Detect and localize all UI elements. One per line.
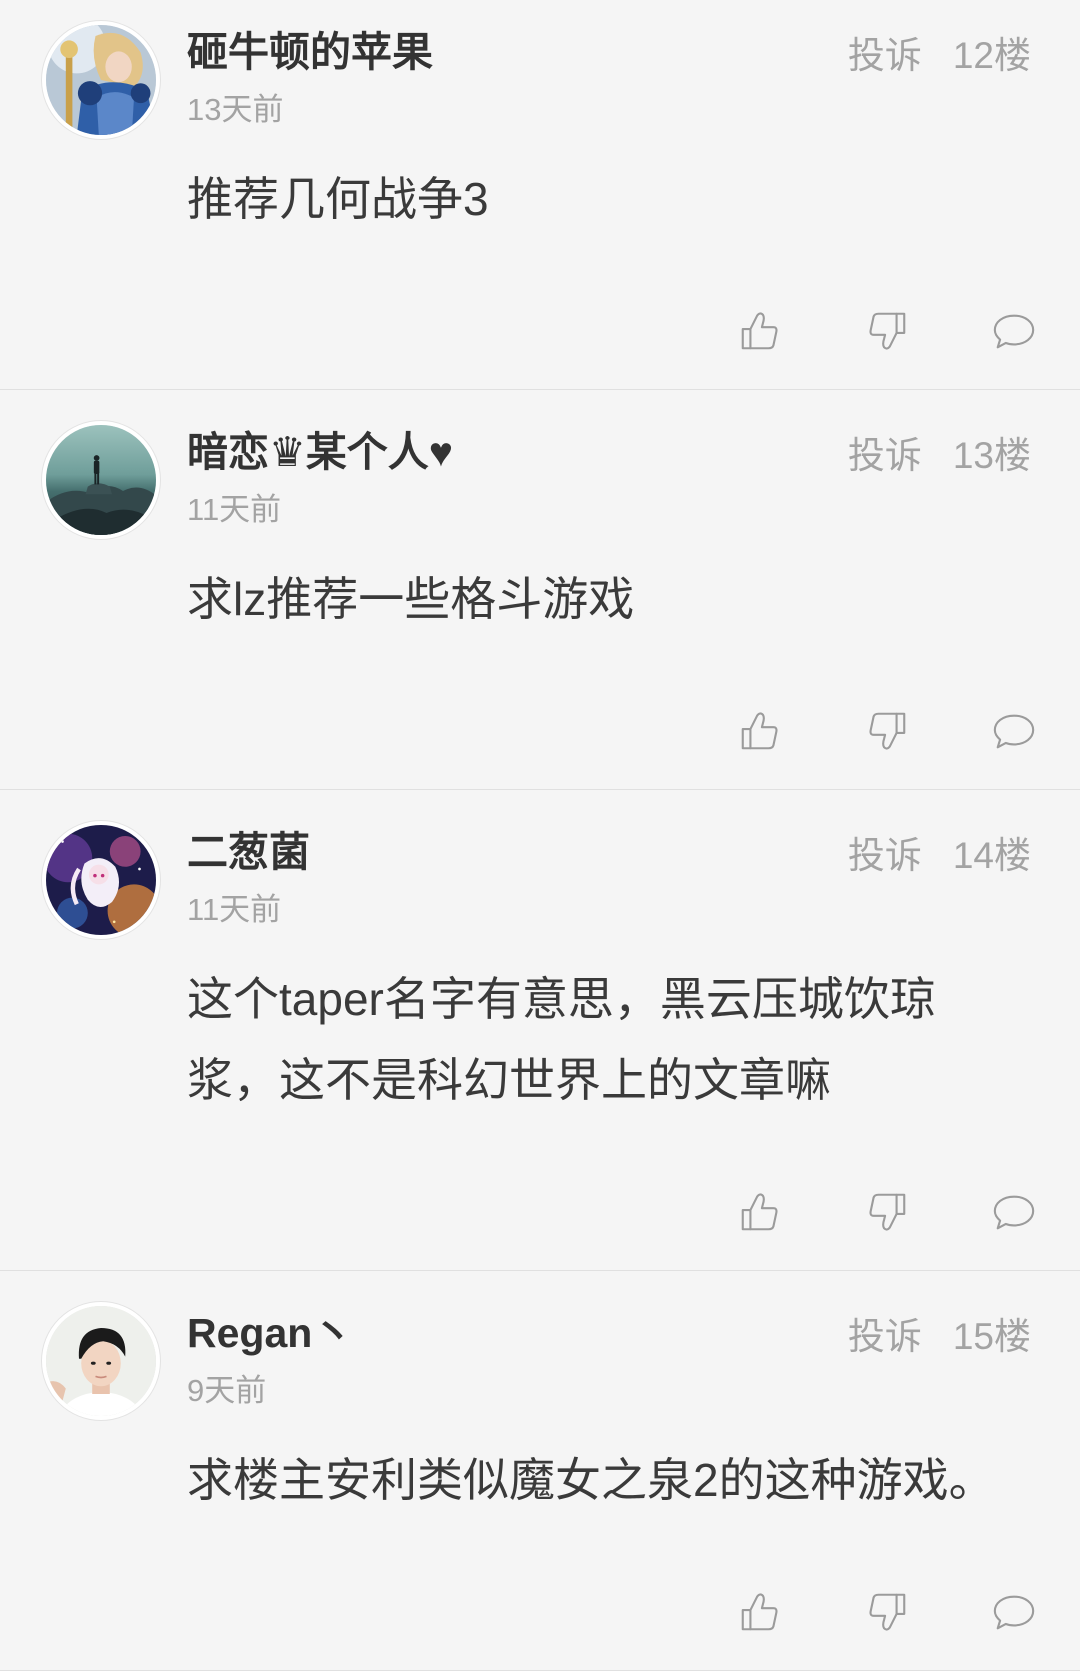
dislike-button[interactable] [864, 308, 910, 354]
comment-item: 二葱菌 11天前 投诉 14楼 这个taper名字有意思，黑云压城饮琼浆，这不是… [0, 790, 1080, 1271]
floor-number: 13楼 [952, 435, 1031, 476]
avatar-image [46, 25, 156, 135]
floor-number: 15楼 [952, 1316, 1031, 1357]
comment-bubble-icon [993, 314, 1035, 349]
comment-text: 这个taper名字有意思，黑云压城饮琼浆，这不是科幻世界上的文章嘛 [187, 973, 936, 1106]
like-button[interactable] [737, 708, 783, 754]
dislike-button[interactable] [864, 1189, 910, 1235]
reply-button[interactable] [991, 708, 1037, 754]
post-time: 11天前 [187, 892, 282, 927]
report-button[interactable]: 投诉 [848, 34, 922, 78]
thumbs-up-icon [741, 1593, 778, 1631]
comment-list: 砸牛顿的苹果 13天前 投诉 12楼 推荐几何战争3 暗恋♛某个人♥ 11天前 … [0, 0, 1080, 1671]
comment-item: Regan丶 9天前 投诉 15楼 求楼主安利类似魔女之泉2的这种游戏。 [0, 1271, 1080, 1671]
like-button[interactable] [737, 1189, 783, 1235]
thumbs-up-icon [741, 312, 778, 350]
comment-meta: 投诉 13楼 [848, 434, 1031, 478]
avatar-image [46, 825, 156, 935]
avatar[interactable] [42, 421, 160, 539]
comment-text: 求楼主安利类似魔女之泉2的这种游戏。 [187, 1454, 995, 1506]
report-button[interactable]: 投诉 [848, 434, 922, 478]
like-button[interactable] [737, 1589, 783, 1635]
post-time: 11天前 [187, 492, 282, 527]
thumbs-down-icon [869, 312, 906, 350]
comment-actions [187, 1589, 1080, 1635]
avatar[interactable] [42, 21, 160, 139]
reply-button[interactable] [991, 1189, 1037, 1235]
comment-item: 砸牛顿的苹果 13天前 投诉 12楼 推荐几何战争3 [0, 0, 1080, 390]
reply-button[interactable] [991, 308, 1037, 354]
post-time: 13天前 [187, 92, 284, 127]
thumbs-down-icon [869, 1593, 906, 1631]
comment-text: 求lz推荐一些格斗游戏 [187, 573, 635, 625]
comment-meta: 投诉 15楼 [848, 1315, 1031, 1359]
reply-button[interactable] [991, 1589, 1037, 1635]
thumbs-down-icon [869, 712, 906, 750]
avatar[interactable] [42, 821, 160, 939]
post-time: 9天前 [187, 1373, 267, 1408]
report-button[interactable]: 投诉 [848, 834, 922, 878]
comment-meta: 投诉 14楼 [848, 834, 1031, 878]
comment-item: 暗恋♛某个人♥ 11天前 投诉 13楼 求lz推荐一些格斗游戏 [0, 390, 1080, 790]
thumbs-up-icon [741, 1193, 778, 1231]
comment-actions [187, 1189, 1080, 1235]
report-button[interactable]: 投诉 [848, 1315, 922, 1359]
avatar-image [46, 425, 156, 535]
avatar-image [46, 1306, 156, 1416]
thumbs-up-icon [741, 712, 778, 750]
comment-actions [187, 308, 1080, 354]
comment-bubble-icon [993, 1595, 1035, 1630]
thumbs-down-icon [869, 1193, 906, 1231]
dislike-button[interactable] [864, 1589, 910, 1635]
floor-number: 14楼 [952, 835, 1031, 876]
comment-actions [187, 708, 1080, 754]
comment-bubble-icon [993, 1195, 1035, 1230]
like-button[interactable] [737, 308, 783, 354]
comment-bubble-icon [993, 714, 1035, 749]
comment-meta: 投诉 12楼 [848, 34, 1031, 78]
dislike-button[interactable] [864, 708, 910, 754]
comment-text: 推荐几何战争3 [187, 173, 489, 225]
floor-number: 12楼 [952, 35, 1031, 76]
avatar[interactable] [42, 1302, 160, 1420]
